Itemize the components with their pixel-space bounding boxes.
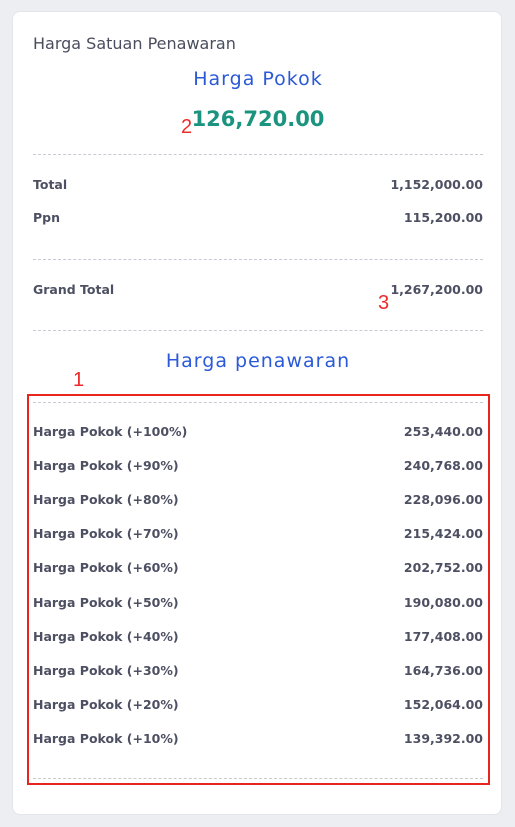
divider xyxy=(33,259,483,260)
card-title: Harga Satuan Penawaran xyxy=(33,34,236,53)
divider xyxy=(33,330,483,331)
grand-total-row: Grand Total 1,267,200.00 xyxy=(33,282,483,297)
divider xyxy=(33,154,483,155)
row-value: 115,200.00 xyxy=(403,210,483,225)
annotation-3: 3 xyxy=(378,292,390,314)
annotation-2: 2 xyxy=(181,116,193,138)
row-value: 1,152,000.00 xyxy=(390,177,483,192)
row-label: Ppn xyxy=(33,210,61,225)
summary-row-total: Total 1,152,000.00 xyxy=(33,177,483,192)
row-label: Grand Total xyxy=(33,282,115,297)
row-value: 1,267,200.00 xyxy=(390,282,483,297)
annotation-1: 1 xyxy=(73,369,85,391)
summary-row-ppn: Ppn 115,200.00 xyxy=(33,210,483,225)
harga-pokok-value: 126,720.00 xyxy=(191,107,325,131)
highlight-box xyxy=(27,394,490,785)
harga-penawaran-heading: Harga penawaran xyxy=(165,350,351,372)
harga-pokok-heading: Harga Pokok xyxy=(193,68,323,90)
row-label: Total xyxy=(33,177,68,192)
